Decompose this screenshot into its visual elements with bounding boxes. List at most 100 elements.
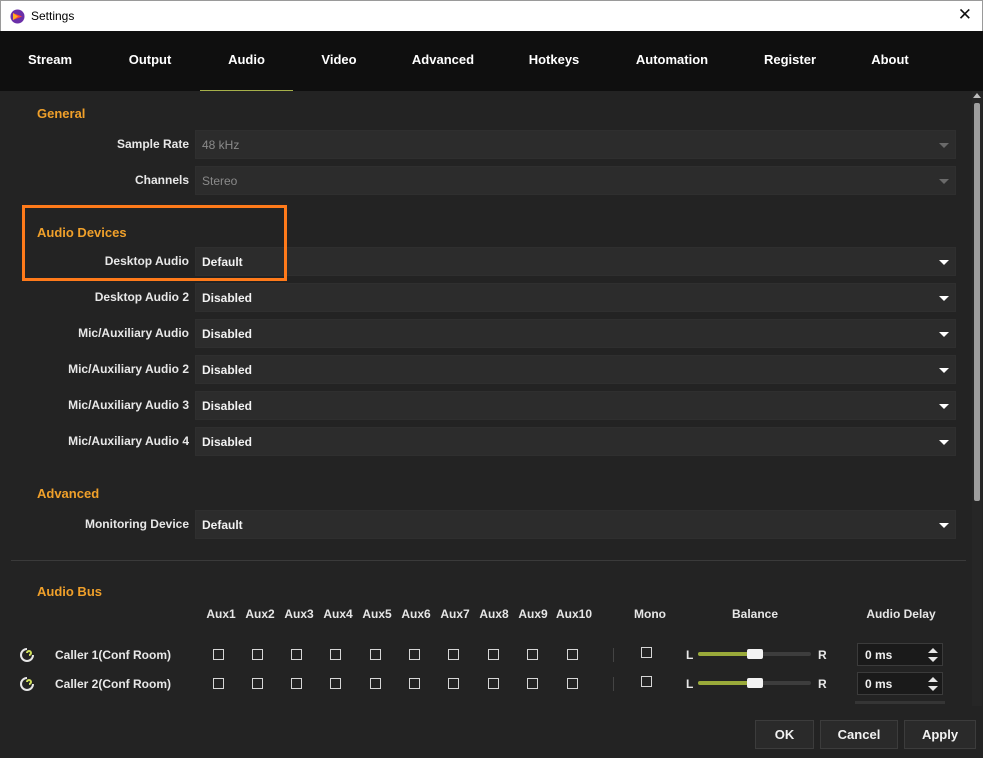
tab-stream[interactable]: Stream (20, 31, 80, 91)
chevron-down-icon (939, 368, 949, 373)
caller-1-audio-delay-spinbox[interactable]: 0 ms (857, 643, 943, 666)
aux7-header: Aux7 (440, 607, 470, 621)
caller-1-aux10-checkbox[interactable] (567, 649, 578, 660)
mic-aux-4-select[interactable]: Disabled (195, 427, 956, 456)
caller-2-aux4-checkbox[interactable] (330, 678, 341, 689)
tab-hotkeys[interactable]: Hotkeys (520, 31, 588, 91)
monitoring-device-select[interactable]: Default (195, 510, 956, 539)
balance-header: Balance (731, 607, 779, 621)
decrement-arrow-icon[interactable] (928, 657, 938, 662)
aux4-header: Aux4 (323, 607, 353, 621)
mic-aux-select[interactable]: Disabled (195, 319, 956, 348)
column-divider (613, 648, 614, 662)
tab-bar: Stream Output Audio Video Advanced Hotke… (0, 31, 983, 91)
aux5-header: Aux5 (362, 607, 392, 621)
aux1-header: Aux1 (206, 607, 236, 621)
caller-1-audio-delay-value: 0 ms (865, 648, 893, 662)
caller-2-aux1-checkbox[interactable] (213, 678, 224, 689)
mic-aux-2-value: Disabled (202, 363, 253, 377)
mic-aux-3-value: Disabled (202, 399, 253, 413)
caller-link-icon (20, 648, 34, 662)
caller-1-aux9-checkbox[interactable] (527, 649, 538, 660)
mono-header: Mono (634, 607, 666, 621)
chevron-down-icon (939, 523, 949, 528)
caller-1-aux6-checkbox[interactable] (409, 649, 420, 660)
caller-1-aux4-checkbox[interactable] (330, 649, 341, 660)
caller-2-balance-thumb[interactable] (747, 678, 763, 688)
caller-2-aux8-checkbox[interactable] (488, 678, 499, 689)
section-divider (11, 560, 966, 561)
caller-1-aux5-checkbox[interactable] (370, 649, 381, 660)
mic-aux-4-value: Disabled (202, 435, 253, 449)
caller-1-aux8-checkbox[interactable] (488, 649, 499, 660)
chevron-down-icon (939, 296, 949, 301)
desktop-audio-2-value: Disabled (202, 291, 253, 305)
title-bar: Settings ✕ (0, 0, 983, 31)
caller-2-aux9-checkbox[interactable] (527, 678, 538, 689)
window-title: Settings (31, 9, 75, 23)
general-section-title: General (37, 106, 86, 121)
highlight-box (22, 205, 287, 281)
caller-2-aux3-checkbox[interactable] (291, 678, 302, 689)
decrement-arrow-icon[interactable] (928, 686, 938, 691)
caller-1-aux7-checkbox[interactable] (448, 649, 459, 660)
caller-1-balance-thumb[interactable] (747, 649, 763, 659)
caller-1-aux3-checkbox[interactable] (291, 649, 302, 660)
channels-value: Stereo (202, 174, 238, 188)
tab-output[interactable]: Output (118, 31, 182, 91)
ok-button[interactable]: OK (755, 720, 814, 749)
caller-2-aux2-checkbox[interactable] (252, 678, 263, 689)
audio-bus-section-title: Audio Bus (37, 584, 102, 599)
caller-link-icon (20, 677, 34, 691)
caller-2-audio-delay-spinbox[interactable]: 0 ms (857, 672, 943, 695)
tab-advanced[interactable]: Advanced (405, 31, 481, 91)
caller-1-mono-checkbox[interactable] (641, 647, 652, 658)
apply-button[interactable]: Apply (904, 720, 976, 749)
partial-row-edge (855, 701, 945, 704)
caller-2-audio-delay-value: 0 ms (865, 677, 893, 691)
cancel-button[interactable]: Cancel (820, 720, 898, 749)
chevron-down-icon (939, 440, 949, 445)
mic-aux-2-label: Mic/Auxiliary Audio 2 (68, 362, 189, 376)
chevron-down-icon (939, 179, 949, 184)
caller-2-balance-right-label: R (818, 677, 827, 691)
scroll-thumb[interactable] (974, 103, 980, 501)
mic-aux-3-select[interactable]: Disabled (195, 391, 956, 420)
tab-video[interactable]: Video (312, 31, 366, 91)
tab-automation[interactable]: Automation (628, 31, 716, 91)
tab-register[interactable]: Register (756, 31, 824, 91)
chevron-down-icon (939, 404, 949, 409)
caller-1-name: Caller 1(Conf Room) (55, 648, 172, 662)
caller-2-aux7-checkbox[interactable] (448, 678, 459, 689)
aux9-header: Aux9 (518, 607, 548, 621)
caller-2-aux6-checkbox[interactable] (409, 678, 420, 689)
caller-1-balance-right-label: R (818, 648, 827, 662)
caller-1-balance-slider[interactable] (698, 649, 811, 659)
scroll-up-icon[interactable] (973, 93, 981, 98)
caller-1-aux1-checkbox[interactable] (213, 649, 224, 660)
app-logo-icon (10, 9, 25, 24)
close-icon[interactable]: ✕ (958, 5, 972, 25)
channels-select[interactable]: Stereo (195, 166, 956, 195)
tab-about[interactable]: About (862, 31, 918, 91)
caller-2-mono-checkbox[interactable] (641, 676, 652, 687)
caller-2-aux5-checkbox[interactable] (370, 678, 381, 689)
audio-delay-header: Audio Delay (866, 607, 936, 621)
caller-1-aux2-checkbox[interactable] (252, 649, 263, 660)
increment-arrow-icon[interactable] (928, 648, 938, 653)
advanced-section-title: Advanced (37, 486, 100, 501)
aux6-header: Aux6 (401, 607, 431, 621)
sample-rate-select[interactable]: 48 kHz (195, 130, 956, 159)
chevron-down-icon (939, 143, 949, 148)
chevron-down-icon (939, 332, 949, 337)
mic-aux-2-select[interactable]: Disabled (195, 355, 956, 384)
desktop-audio-2-select[interactable]: Disabled (195, 283, 956, 312)
caller-1-balance-left-label: L (686, 648, 694, 662)
tab-audio[interactable]: Audio (200, 31, 293, 91)
caller-2-aux10-checkbox[interactable] (567, 678, 578, 689)
caller-2-balance-slider[interactable] (698, 678, 811, 688)
increment-arrow-icon[interactable] (928, 677, 938, 682)
vertical-scrollbar[interactable] (972, 91, 982, 706)
caller-2-balance-left-label: L (686, 677, 694, 691)
desktop-audio-select[interactable]: Default (195, 247, 956, 276)
